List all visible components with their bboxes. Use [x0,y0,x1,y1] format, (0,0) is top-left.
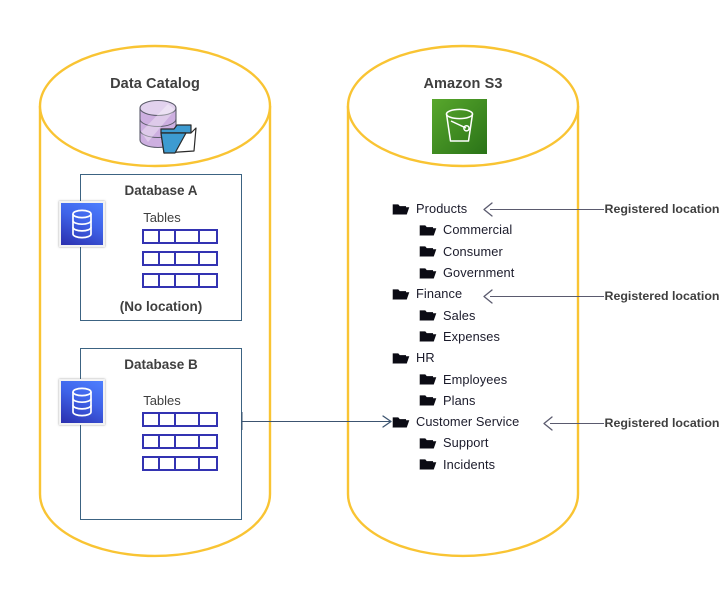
tree-item-plans[interactable]: Plans [392,390,602,411]
database-a-tables-label: Tables [143,210,181,225]
folder-icon [419,267,437,279]
folder-icon [419,459,437,470]
tree-item-label: Expenses [443,328,500,344]
table-row[interactable] [142,273,218,288]
database-b-to-customer-service-connector [242,421,390,422]
tree-item-label: HR [416,350,435,366]
registered-location-connector-1 [490,209,604,210]
tree-item-label: Sales [443,307,476,323]
tree-item-sales[interactable]: Sales [392,304,602,325]
database-b-box[interactable]: Database B Tables [80,348,242,520]
tree-item-label: Commercial [443,222,513,238]
table-row[interactable] [142,434,218,449]
arrow-left-icon [543,416,553,431]
arrow-left-icon [483,202,493,217]
tree-item-customer-service[interactable]: Customer Service [392,411,602,432]
s3-bucket-icon [432,99,487,159]
tree-item-label: Finance [416,286,463,302]
tree-item-hr[interactable]: HR [392,347,602,368]
database-b-title: Database B [124,357,198,372]
folder-icon [392,289,410,300]
table-row[interactable] [142,456,218,471]
tree-item-consumer[interactable]: Consumer [392,241,602,262]
tree-item-label: Consumer [443,243,503,259]
data-catalog-icon [128,96,200,163]
registered-location-label-2: Registered location [604,289,720,303]
tree-item-label: Government [443,265,515,281]
database-icon [59,201,105,247]
s3-folder-tree: Products Commercial Consumer Government Fina… [392,198,602,475]
tree-item-label: Products [416,201,468,217]
folder-icon [419,438,437,449]
tree-item-label: Support [443,435,489,451]
tree-item-label: Plans [443,392,476,408]
folder-icon [419,246,437,257]
database-b-connector-origin [241,412,243,430]
database-a-box[interactable]: Database A Tables (No location) [80,174,242,321]
folder-icon [419,225,437,236]
table-row[interactable] [142,229,218,244]
table-row[interactable] [142,412,218,427]
diagram-canvas: Data Catalog Database A Tables (No locat… [0,0,727,602]
registered-location-connector-2 [490,296,604,297]
tree-item-expenses[interactable]: Expenses [392,326,602,347]
table-row[interactable] [142,251,218,266]
folder-icon [392,204,410,215]
tree-item-finance[interactable]: Finance [392,283,602,304]
database-a-title: Database A [124,183,198,198]
folder-icon [419,310,437,321]
tree-item-incidents[interactable]: Incidents [392,454,602,475]
registered-location-connector-3 [550,423,604,424]
tree-item-support[interactable]: Support [392,432,602,453]
registered-location-label-3: Registered location [604,416,720,430]
amazon-s3-title: Amazon S3 [423,76,503,92]
arrow-left-icon [483,289,493,304]
folder-icon [392,353,410,364]
tree-item-label: Customer Service [416,414,520,430]
registered-location-label-1: Registered location [604,202,720,216]
tree-item-government[interactable]: Government [392,262,602,283]
arrow-right-icon [382,415,392,428]
data-catalog-title: Data Catalog [110,76,200,92]
folder-icon [419,395,437,406]
tree-item-commercial[interactable]: Commercial [392,219,602,240]
folder-icon [419,374,437,385]
folder-icon [419,331,437,342]
database-icon [59,379,105,425]
tree-item-employees[interactable]: Employees [392,368,602,389]
database-a-no-location: (No location) [119,299,203,314]
tree-item-label: Incidents [443,456,496,472]
tree-item-label: Employees [443,371,508,387]
database-b-tables-label: Tables [143,393,181,408]
